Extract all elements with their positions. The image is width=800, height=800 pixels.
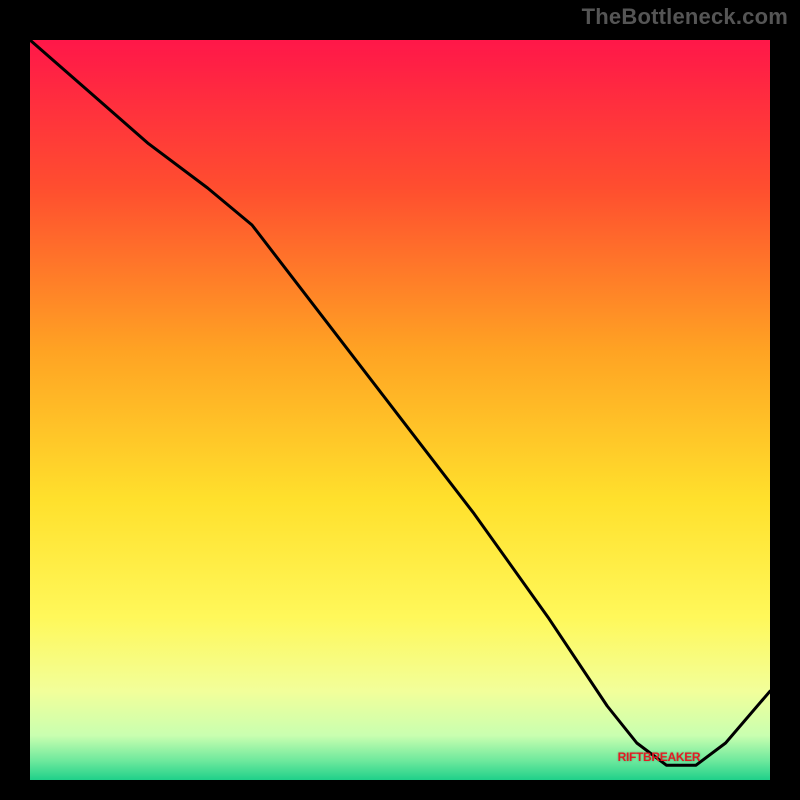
plot-curve [30,40,770,780]
page-root: TheBottleneck.com RIFTBREAKER [0,0,800,800]
plot-frame: RIFTBREAKER [20,30,780,790]
annotation-riftbreaker: RIFTBREAKER [618,750,701,764]
plot-area: RIFTBREAKER [26,36,774,784]
watermark-text: TheBottleneck.com [582,4,788,30]
